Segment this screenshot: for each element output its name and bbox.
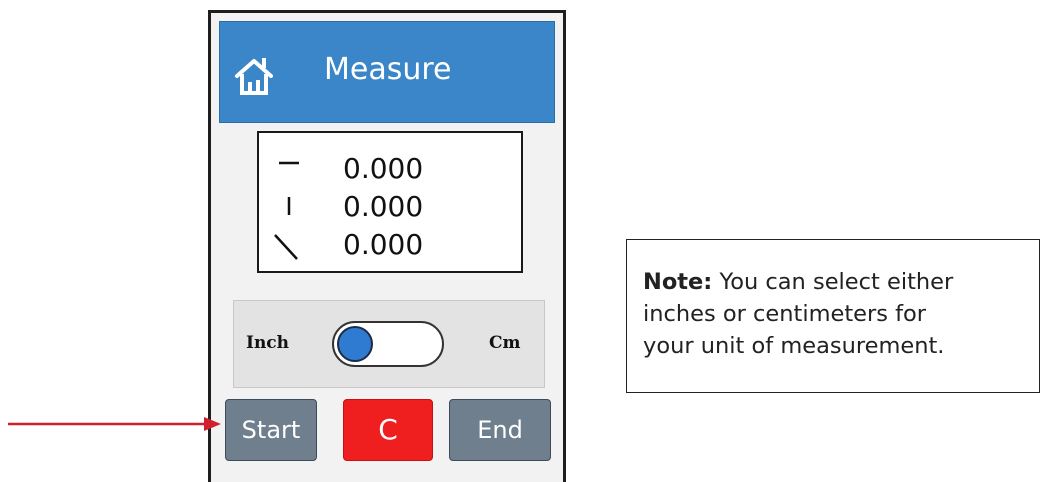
toggle-knob[interactable]: [337, 326, 373, 362]
readout-row-horizontal: 0.000: [259, 149, 521, 189]
end-button[interactable]: End: [449, 399, 551, 461]
note-line-3: your unit of measurement.: [643, 333, 945, 359]
page-title: Measure: [324, 52, 452, 87]
home-icon[interactable]: [234, 56, 274, 96]
device-screen: Measure 0.000 0.000 0.000 Inch Cm Start …: [208, 10, 566, 482]
start-button[interactable]: Start: [225, 399, 317, 461]
diagonal-value: 0.000: [343, 228, 424, 261]
unit-toggle[interactable]: [332, 321, 444, 367]
readout-row-diagonal: 0.000: [259, 225, 521, 265]
note-lead: Note:: [643, 269, 713, 295]
vertical-value: 0.000: [343, 190, 424, 223]
pointer-arrow-icon: [8, 417, 221, 431]
app-header: Measure: [219, 21, 555, 123]
horizontal-value: 0.000: [343, 152, 424, 185]
vertical-line-icon: [287, 197, 291, 215]
clear-button[interactable]: C: [343, 399, 433, 461]
note-line-1: You can select either: [712, 269, 954, 295]
note-box: Note: You can select either inches or ce…: [626, 239, 1040, 393]
unit-selector: Inch Cm: [233, 300, 545, 388]
diagonal-line-icon: [274, 234, 298, 260]
readout-row-vertical: 0.000: [259, 187, 521, 227]
measurement-readout: 0.000 0.000 0.000: [257, 131, 523, 273]
unit-label-cm[interactable]: Cm: [489, 332, 521, 354]
horizontal-line-icon: [279, 161, 299, 165]
unit-label-inch[interactable]: Inch: [246, 332, 289, 354]
note-line-2: inches or centimeters for: [643, 301, 927, 327]
